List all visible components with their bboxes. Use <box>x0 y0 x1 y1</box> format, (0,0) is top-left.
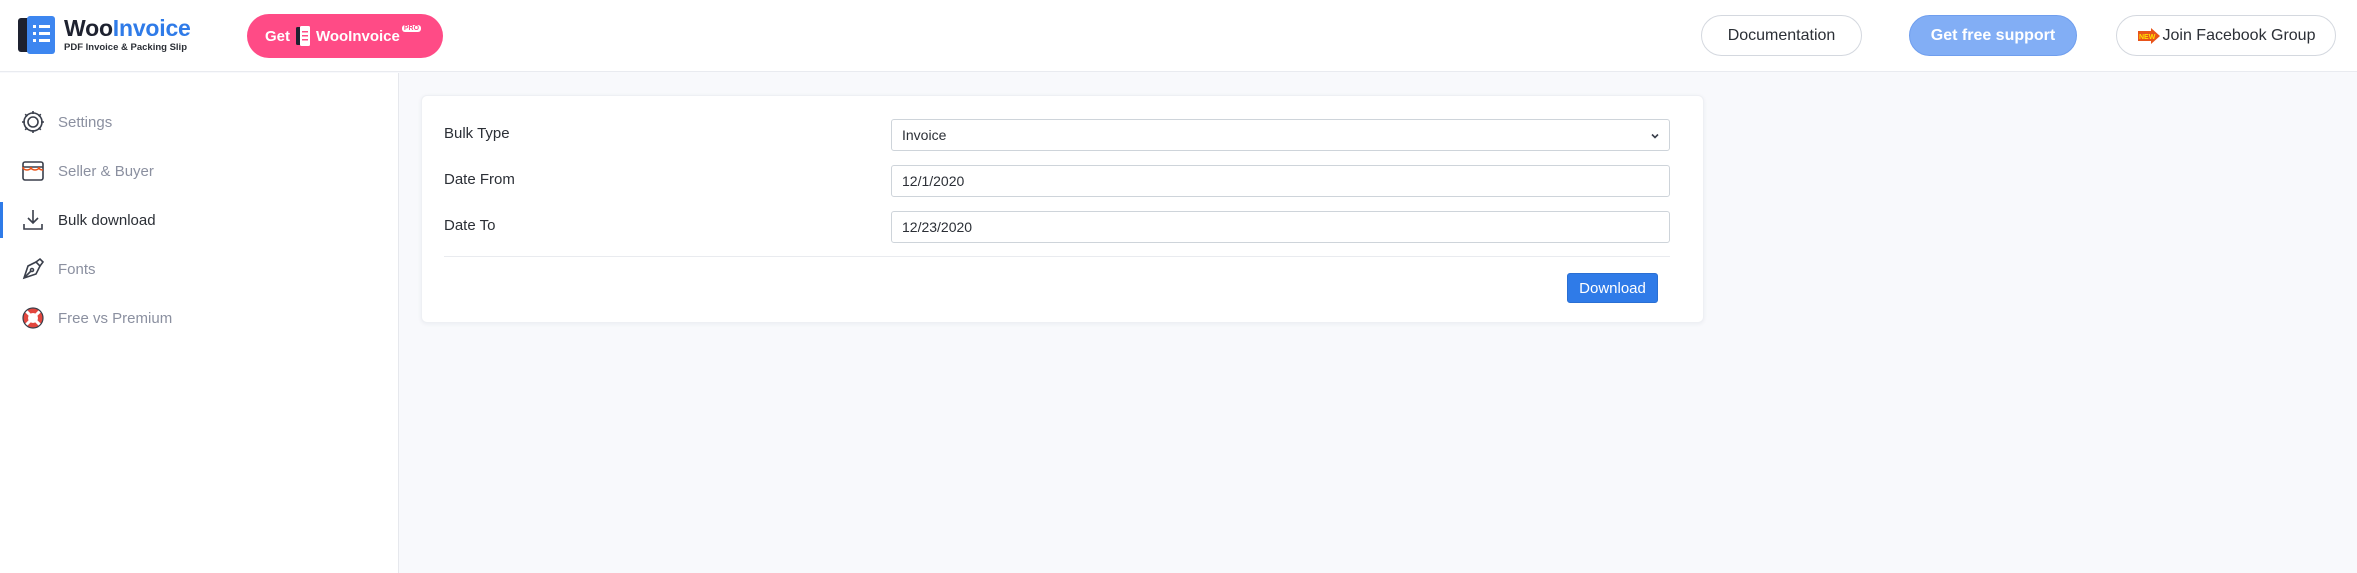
sidebar-item-bulk-download[interactable]: Bulk download <box>0 200 399 240</box>
date-to-input[interactable]: 12/23/2020 <box>891 211 1670 243</box>
logo-subtitle: PDF Invoice & Packing Slip <box>64 42 188 54</box>
storefront-icon <box>20 158 46 184</box>
date-to-value: 12/23/2020 <box>902 219 973 235</box>
documentation-button[interactable]: Documentation <box>1701 15 1862 56</box>
bulk-download-card: Bulk Type Invoice Date From 12/1/2020 Da… <box>421 95 1704 323</box>
pen-nib-icon <box>20 256 46 282</box>
sidebar-item-seller-buyer[interactable]: Seller & Buyer <box>0 151 399 191</box>
download-label: Download <box>1579 279 1646 297</box>
logo-brand-invoice: Invoice <box>112 15 191 42</box>
date-from-value: 12/1/2020 <box>902 173 965 189</box>
get-pro-button[interactable]: Get WooInvoice PRO <box>247 14 443 58</box>
sidebar: Settings Seller & Buyer Bulk download Fo… <box>0 73 399 573</box>
date-from-input[interactable]: 12/1/2020 <box>891 165 1670 197</box>
wooinvoice-logo[interactable]: WooInvoice PDF Invoice & Packing Slip <box>18 14 191 56</box>
facebook-group-label: Join Facebook Group <box>2162 26 2316 44</box>
documentation-label: Documentation <box>1727 26 1836 44</box>
bulk-type-label: Bulk Type <box>444 125 510 142</box>
sidebar-item-fonts[interactable]: Fonts <box>0 249 399 289</box>
new-badge-icon: NEW <box>2137 27 2161 44</box>
top-header: WooInvoice PDF Invoice & Packing Slip Ge… <box>0 0 2357 72</box>
support-label: Get free support <box>1930 26 2056 44</box>
join-facebook-group-button[interactable]: NEW Join Facebook Group <box>2116 15 2336 56</box>
download-button[interactable]: Download <box>1567 273 1658 303</box>
sidebar-item-label: Free vs Premium <box>58 309 173 327</box>
sidebar-item-label: Fonts <box>58 260 96 278</box>
sidebar-item-settings[interactable]: Settings <box>0 102 399 142</box>
get-pro-prefix: Get <box>264 27 290 45</box>
date-to-label: Date To <box>444 217 496 234</box>
sidebar-item-label: Seller & Buyer <box>58 162 154 180</box>
download-icon <box>20 207 46 233</box>
settings-gear-icon <box>20 109 46 135</box>
get-pro-name: WooInvoice <box>315 27 400 45</box>
sidebar-item-label: Bulk download <box>58 211 156 229</box>
get-free-support-button[interactable]: Get free support <box>1909 15 2077 56</box>
sidebar-item-label: Settings <box>58 113 113 131</box>
lifebuoy-icon <box>20 305 46 331</box>
logo-brand-woo: Woo <box>64 15 113 42</box>
bulk-type-value: Invoice <box>902 127 947 143</box>
chevron-down-icon <box>1649 129 1661 145</box>
mini-logo-icon <box>295 26 310 46</box>
sidebar-item-free-vs-premium[interactable]: Free vs Premium <box>0 298 399 338</box>
logo-title: WooInvoice <box>64 17 191 40</box>
new-badge-text: NEW <box>2139 34 2156 41</box>
logo-document-icon <box>18 14 58 56</box>
card-divider <box>444 256 1670 257</box>
bulk-type-select[interactable]: Invoice <box>891 119 1670 151</box>
pro-badge: PRO <box>401 24 422 32</box>
date-from-label: Date From <box>444 171 515 188</box>
